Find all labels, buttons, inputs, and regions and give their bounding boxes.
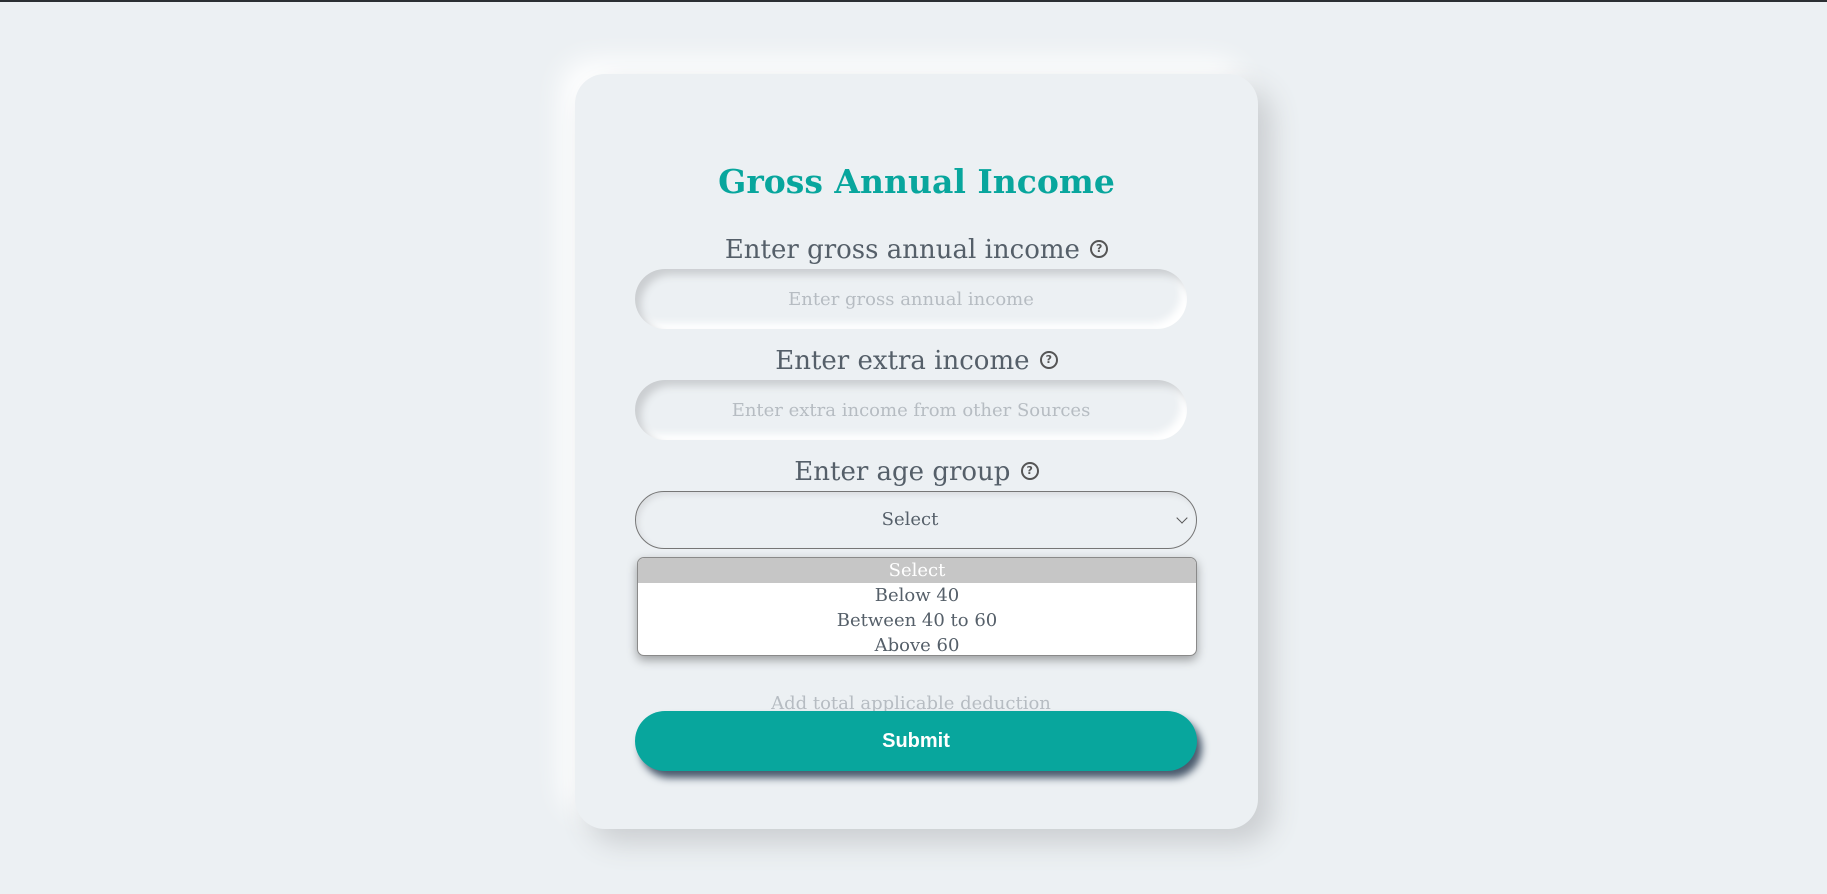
form-title: Gross Annual Income (718, 162, 1115, 201)
age-group-select[interactable]: Select (635, 491, 1197, 549)
submit-button[interactable]: Submit (635, 711, 1197, 771)
age-group-label: Enter age group ? (575, 456, 1258, 488)
dropdown-option-below-40[interactable]: Below 40 (638, 583, 1196, 608)
gross-income-label-text: Enter gross annual income (724, 235, 1080, 265)
extra-income-label-text: Enter extra income (775, 346, 1030, 376)
gross-income-label: Enter gross annual income ? (575, 234, 1258, 266)
age-group-label-text: Enter age group (794, 457, 1011, 487)
age-group-dropdown-list: Select Below 40 Between 40 to 60 Above 6… (637, 557, 1197, 656)
income-form-card: Gross Annual Income Enter gross annual i… (575, 74, 1258, 829)
help-icon[interactable]: ? (1039, 351, 1058, 369)
dropdown-option-select[interactable]: Select (638, 558, 1196, 583)
extra-income-label: Enter extra income ? (575, 345, 1258, 377)
extra-income-input[interactable] (635, 380, 1187, 440)
help-icon[interactable]: ? (1020, 462, 1039, 480)
help-icon[interactable]: ? (1090, 240, 1109, 258)
age-group-selected-value: Select (881, 509, 939, 530)
dropdown-option-above-60[interactable]: Above 60 (638, 633, 1196, 655)
dropdown-option-between-40-60[interactable]: Between 40 to 60 (638, 608, 1196, 633)
gross-income-input[interactable] (635, 269, 1187, 329)
